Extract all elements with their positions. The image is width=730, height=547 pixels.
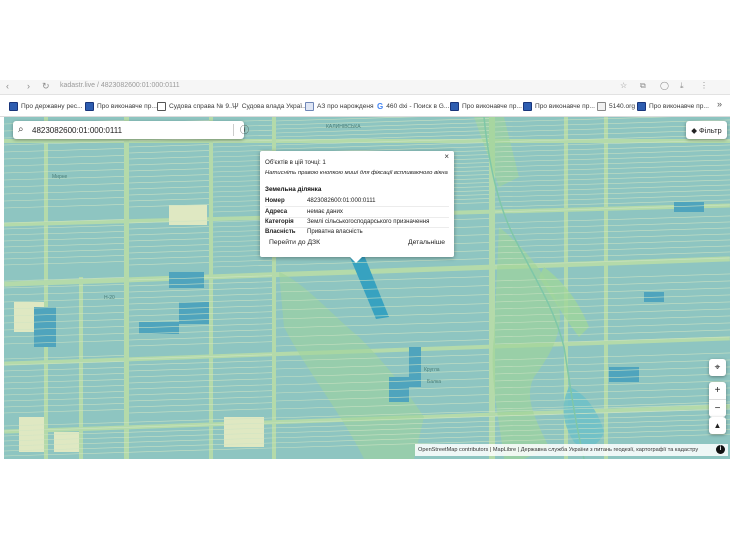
close-icon[interactable]: × (444, 152, 449, 161)
gov-icon (523, 101, 532, 111)
attribution-text: OpenStreetMap contributors | MapLibre | … (418, 447, 699, 453)
bookmark-item[interactable]: Про виконавче пр... (450, 100, 522, 112)
map-label: Мирне (52, 174, 68, 180)
bookmark-item[interactable]: АЗ про нарожденя (305, 100, 374, 112)
bookmark-item[interactable]: Про виконавче пр... (85, 100, 157, 112)
row-value: Приватна власність (307, 228, 363, 235)
extensions-icon[interactable]: ⧉ (640, 81, 646, 91)
download-icon[interactable]: ⤓ (680, 81, 684, 91)
row-key: Власність (265, 228, 296, 235)
compass-icon[interactable]: ▲ (709, 417, 726, 434)
locate-control: ⌖ (709, 359, 726, 376)
gov-icon (450, 101, 459, 111)
zoom-control: + − (709, 382, 726, 417)
filter-button[interactable]: ◆ Фільтр (686, 121, 727, 139)
popup-hint: Натисніть правою кнопкою миші для фіксац… (265, 170, 448, 176)
row-key: Категорія (265, 218, 294, 225)
doc-icon (597, 101, 606, 111)
bookmark-item[interactable]: G 460 dxi - Поиск в G... (377, 100, 449, 112)
google-icon: G (377, 101, 384, 111)
bookmark-star-icon[interactable]: ☆ (620, 81, 627, 90)
compass-control: ▲ (709, 417, 726, 434)
gov-icon (85, 101, 94, 111)
info-icon[interactable]: i (716, 445, 725, 454)
info-icon[interactable]: ⓘ (240, 124, 249, 136)
profile-icon[interactable]: ◯ (660, 81, 669, 90)
az-icon (305, 101, 314, 111)
row-value: Землі сільськогосподарського призначення (307, 218, 430, 225)
search-icon[interactable]: ⌕ (18, 124, 24, 136)
browser-toolbar: ‹ › ↻ kadastr.live / 4823082600:01:000:0… (0, 80, 730, 95)
row-key: Адреса (265, 208, 288, 215)
info-row-number: Номер 4823082600:01:000:0111 (265, 196, 449, 207)
info-row-ownership: Власність Приватна власність (265, 227, 449, 237)
back-icon[interactable]: ‹ (6, 81, 9, 91)
search-box: ⌕ ⓘ (13, 121, 249, 139)
bookmark-item[interactable]: Про виконавче пр... (637, 100, 709, 112)
trident-icon: Ψ (232, 101, 239, 111)
bookmark-item[interactable]: Про державну рес... (9, 100, 83, 112)
forward-icon[interactable]: › (27, 81, 30, 91)
address-bar[interactable]: kadastr.live / 4823082600:01:000:0111 (60, 82, 180, 89)
court-icon (157, 101, 166, 111)
section-title: Земельна ділянка (265, 186, 322, 193)
row-value: 4823082600:01:000:0111 (307, 197, 376, 204)
row-key: Номер (265, 197, 285, 204)
locate-icon[interactable]: ⌖ (709, 359, 726, 376)
bookmark-item[interactable]: 5140.org (597, 100, 635, 112)
map-label: Балка (427, 379, 442, 385)
details-button[interactable]: Детальніше (408, 239, 445, 246)
search-divider (233, 124, 234, 136)
reload-icon[interactable]: ↻ (42, 81, 50, 92)
bookmarks-bar: Про державну рес... Про виконавче пр... … (0, 96, 730, 117)
search-input[interactable] (32, 123, 212, 137)
bookmark-item[interactable]: Про виконавче пр... (523, 100, 595, 112)
bookmarks-more-icon[interactable]: » (717, 99, 722, 109)
bookmark-item[interactable]: Судова справа № 9... (157, 100, 234, 112)
map-attribution: OpenStreetMap contributors | MapLibre | … (415, 444, 728, 456)
layers-icon: ◆ (691, 125, 698, 135)
goto-dzk-button[interactable]: Перейти до ДЗК (269, 239, 320, 246)
map-label: Н-20 (104, 295, 115, 301)
map-label: Кругла (424, 367, 440, 373)
row-value: немає даних (307, 208, 343, 215)
gov-icon (9, 101, 18, 111)
objects-count: Об'єктів в цій точці: 1 (265, 159, 326, 166)
zoom-out-button[interactable]: − (709, 400, 726, 417)
menu-icon[interactable]: ⋮ (700, 81, 708, 90)
zoom-in-button[interactable]: + (709, 382, 726, 400)
map-label: КАЛИНІВСЬКА (326, 124, 361, 130)
gov-icon (637, 101, 646, 111)
parcel-popup: × Об'єктів в цій точці: 1 Натисніть прав… (260, 151, 454, 263)
bookmark-item[interactable]: Ψ Судова влада Украї... (232, 100, 308, 112)
